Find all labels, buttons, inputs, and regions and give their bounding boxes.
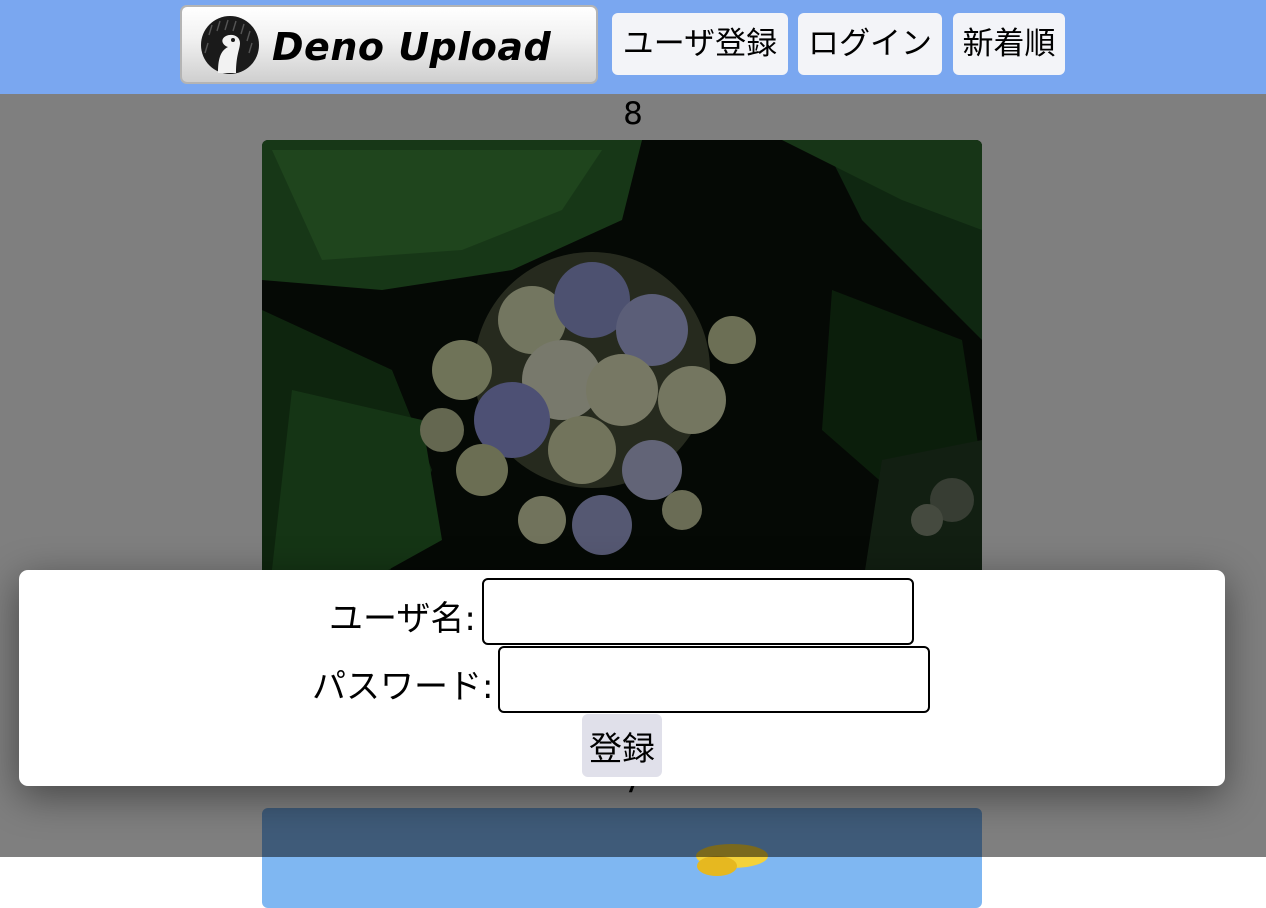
password-input[interactable] <box>498 646 930 713</box>
username-input[interactable] <box>482 578 914 645</box>
deno-logo-icon <box>201 16 259 74</box>
header-bar: Deno Upload ユーザ登録 ログイン 新着順 <box>0 0 1266 94</box>
nav-register-button[interactable]: ユーザ登録 <box>612 13 788 75</box>
register-submit-button[interactable]: 登録 <box>582 714 662 777</box>
logo-home-link[interactable]: Deno Upload <box>180 5 598 84</box>
password-label: パスワード: <box>312 667 494 707</box>
nav-newest-button[interactable]: 新着順 <box>953 13 1065 75</box>
register-modal: ユーザ名: パスワード: 登録 <box>19 570 1225 786</box>
logo-text: Deno Upload <box>272 25 552 69</box>
nav-login-button[interactable]: ログイン <box>798 13 942 75</box>
username-label: ユーザ名: <box>329 599 476 639</box>
